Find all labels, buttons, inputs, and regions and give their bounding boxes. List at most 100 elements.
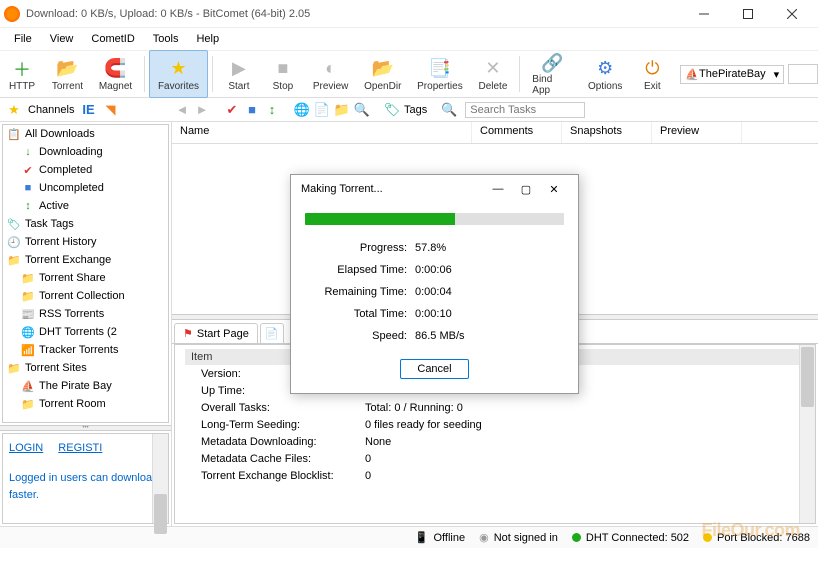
toolbar-stop-button[interactable]: ■Stop xyxy=(261,50,305,98)
main-toolbar: ＋HTTP📂Torrent🧲Magnet★Favorites▶Start■Sto… xyxy=(0,50,818,98)
tags-label[interactable]: Tags xyxy=(404,104,427,116)
status-offline[interactable]: 📱Offline xyxy=(415,531,465,544)
column-preview[interactable]: Preview xyxy=(652,122,742,143)
toolbar-options-button[interactable]: ⚙Options xyxy=(580,50,630,98)
login-scrollbar[interactable] xyxy=(152,434,168,523)
tree-all-downloads[interactable]: 📋All Downloads xyxy=(3,125,168,143)
dialog-minimize-button[interactable]: — xyxy=(484,175,512,203)
dialog-title: Making Torrent... xyxy=(301,183,484,195)
toolbar-properties-button[interactable]: 📑Properties xyxy=(409,50,470,98)
tree-torrent-share[interactable]: 📁Torrent Share xyxy=(3,269,168,287)
maximize-button[interactable] xyxy=(726,0,770,28)
tree-item-icon: 📰 xyxy=(21,308,35,321)
tree-uncompleted[interactable]: ■Uncompleted xyxy=(3,179,168,197)
menu-tools[interactable]: Tools xyxy=(145,31,187,47)
search-small-icon[interactable]: 🔍 xyxy=(354,102,370,118)
search-input[interactable] xyxy=(465,102,585,118)
tree-the-pirate-bay[interactable]: ⛵The Pirate Bay xyxy=(3,377,168,395)
dot-yellow-icon xyxy=(703,533,712,542)
toolbar-favorites-button[interactable]: ★Favorites xyxy=(149,50,208,98)
dialog-close-button[interactable]: ✕ xyxy=(540,175,568,203)
tree-dht-torrents-[interactable]: 🌐DHT Torrents (2 xyxy=(3,323,168,341)
sidebar: 📋All Downloads↓Downloading✔Completed■Unc… xyxy=(0,122,172,526)
menu-cometid[interactable]: CometID xyxy=(83,31,142,47)
flag-icon: ⚑ xyxy=(183,327,193,340)
login-link[interactable]: LOGIN xyxy=(9,442,43,454)
close-button[interactable] xyxy=(770,0,814,28)
http-icon: ＋ xyxy=(10,57,34,81)
rss-icon[interactable]: ◥ xyxy=(102,102,118,118)
dialog-row: Speed:86.5 MB/s xyxy=(305,325,564,347)
status-dht[interactable]: DHT Connected: 502 xyxy=(572,532,689,544)
right-icon[interactable]: ► xyxy=(194,102,210,118)
page-icon: 📄 xyxy=(265,327,279,340)
progress-bar xyxy=(305,213,564,225)
check-icon[interactable]: ✔ xyxy=(224,102,240,118)
tree-task-tags[interactable]: 🏷Task Tags xyxy=(3,215,168,233)
sidebar-splitter[interactable] xyxy=(0,425,171,431)
properties-icon: 📑 xyxy=(428,57,452,81)
tree-torrent-room[interactable]: 📁Torrent Room xyxy=(3,395,168,413)
toolbar-preview-button[interactable]: ◐Preview xyxy=(305,50,356,98)
detail-row: Metadata Cache Files:0 xyxy=(185,450,805,467)
ie-icon[interactable]: IE xyxy=(80,102,96,118)
start-icon: ▶ xyxy=(227,57,251,81)
toolbar-start-button[interactable]: ▶Start xyxy=(217,50,261,98)
toolbar-separator xyxy=(519,56,520,92)
toolbar-torrent-button[interactable]: 📂Torrent xyxy=(44,50,91,98)
menu-view[interactable]: View xyxy=(42,31,82,47)
chevron-down-icon: ▾ xyxy=(774,68,780,81)
user-icon: ◉ xyxy=(479,531,489,544)
toolbar-extra-box[interactable] xyxy=(788,64,818,84)
exit-icon: ⏻ xyxy=(640,57,664,81)
globe-icon[interactable]: 🌐 xyxy=(294,102,310,118)
login-panel: LOGIN REGISTI Logged in users can downlo… xyxy=(2,433,169,524)
status-port[interactable]: Port Blocked: 7688 xyxy=(703,532,810,544)
tree-item-icon: ↕ xyxy=(21,200,35,212)
toolbar-magnet-button[interactable]: 🧲Magnet xyxy=(91,50,140,98)
register-link[interactable]: REGISTI xyxy=(58,442,102,454)
tree-rss-torrents[interactable]: 📰RSS Torrents xyxy=(3,305,168,323)
menu-help[interactable]: Help xyxy=(188,31,227,47)
menu-file[interactable]: File xyxy=(6,31,40,47)
tree-torrent-collection[interactable]: 📁Torrent Collection xyxy=(3,287,168,305)
favorites-icon: ★ xyxy=(166,57,190,81)
tag-green-icon[interactable]: 🏷 xyxy=(384,102,400,118)
toolbar-bind-app-button[interactable]: 🔗Bind App xyxy=(524,50,580,98)
dot-green-icon xyxy=(572,533,581,542)
flag-green-icon[interactable]: ↕ xyxy=(264,102,280,118)
tree-completed[interactable]: ✔Completed xyxy=(3,161,168,179)
tree-torrent-history[interactable]: 🕘Torrent History xyxy=(3,233,168,251)
tab-start-page[interactable]: ⚑ Start Page xyxy=(174,323,258,343)
opendir-icon: 📂 xyxy=(371,57,395,81)
site-combo[interactable]: ⛵ ThePirateBay ▾ xyxy=(680,65,784,84)
toolbar-http-button[interactable]: ＋HTTP xyxy=(0,50,44,98)
detail-scrollbar[interactable] xyxy=(799,345,815,523)
tree-item-icon: ↓ xyxy=(21,146,35,158)
cancel-button[interactable]: Cancel xyxy=(400,359,468,379)
options-icon: ⚙ xyxy=(593,57,617,81)
status-signin[interactable]: ◉Not signed in xyxy=(479,531,558,544)
tree-active[interactable]: ↕Active xyxy=(3,197,168,215)
folder-icon[interactable]: 📁 xyxy=(334,102,350,118)
toolbar-delete-button[interactable]: ✕Delete xyxy=(471,50,516,98)
left-icon[interactable]: ◄ xyxy=(174,102,190,118)
preview-icon: ◐ xyxy=(319,57,343,81)
column-name[interactable]: Name xyxy=(172,122,472,143)
tab-extra[interactable]: 📄 xyxy=(260,323,284,343)
column-comments[interactable]: Comments xyxy=(472,122,562,143)
detail-row: Torrent Exchange Blocklist:0 xyxy=(185,467,805,484)
doc-icon[interactable]: 📄 xyxy=(314,102,330,118)
channels-label[interactable]: Channels xyxy=(28,104,74,116)
tree-downloading[interactable]: ↓Downloading xyxy=(3,143,168,161)
tree-torrent-sites[interactable]: 📁Torrent Sites xyxy=(3,359,168,377)
minimize-button[interactable] xyxy=(682,0,726,28)
column-snapshots[interactable]: Snapshots xyxy=(562,122,652,143)
tree-tracker-torrents[interactable]: 📶Tracker Torrents xyxy=(3,341,168,359)
flag-blue-icon[interactable]: ■ xyxy=(244,102,260,118)
tree-torrent-exchange[interactable]: 📁Torrent Exchange xyxy=(3,251,168,269)
toolbar-exit-button[interactable]: ⏻Exit xyxy=(630,50,674,98)
dialog-maximize-button[interactable]: ▢ xyxy=(512,175,540,203)
toolbar-opendir-button[interactable]: 📂OpenDir xyxy=(356,50,409,98)
window-title: Download: 0 KB/s, Upload: 0 KB/s - BitCo… xyxy=(26,8,682,20)
